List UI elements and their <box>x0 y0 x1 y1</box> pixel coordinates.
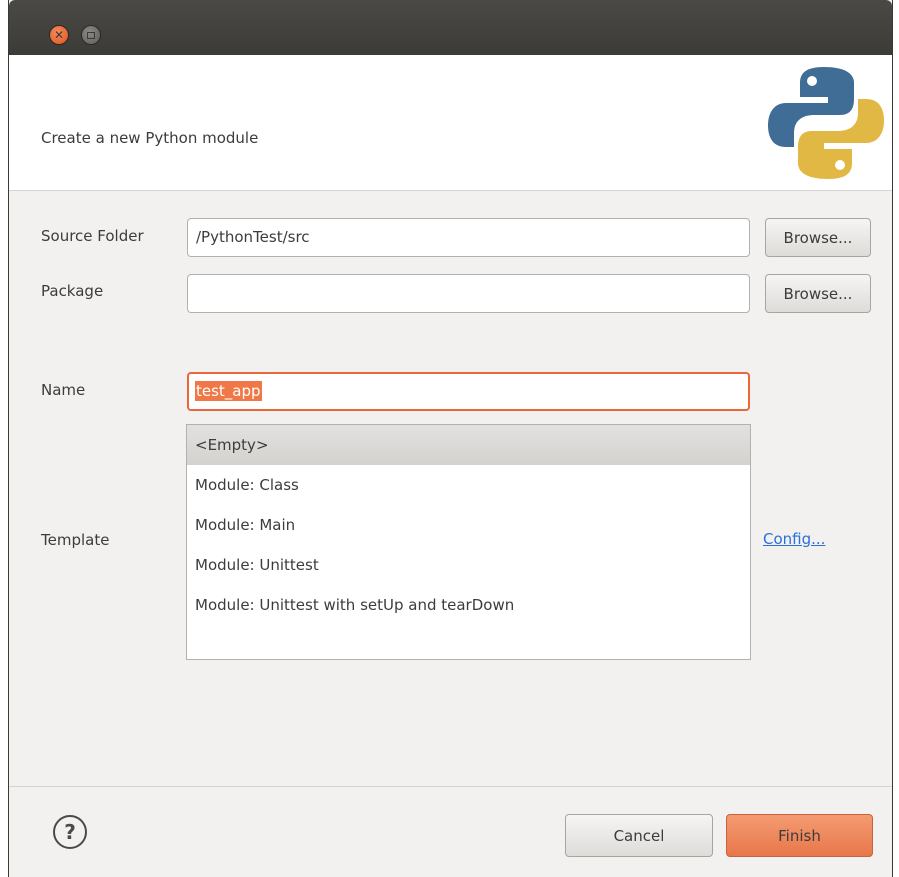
page-title: Create a new Python module <box>41 129 259 147</box>
finish-button[interactable]: Finish <box>726 814 873 857</box>
name-input-selected-text: test_app <box>195 381 262 401</box>
template-item-unittest-setup-teardown[interactable]: Module: Unittest with setUp and tearDown <box>187 585 750 625</box>
config-link[interactable]: Config... <box>763 530 825 548</box>
template-item-main[interactable]: Module: Main <box>187 505 750 545</box>
title-bar[interactable]: ✕ <box>9 0 892 55</box>
package-label: Package <box>41 282 104 300</box>
dialog-window: ✕ Create a new Python module Source Fold… <box>8 0 893 877</box>
template-item-class[interactable]: Module: Class <box>187 465 750 505</box>
package-browse-button[interactable]: Browse... <box>765 274 871 313</box>
source-folder-browse-button[interactable]: Browse... <box>765 218 871 257</box>
source-folder-input[interactable]: /PythonTest/src <box>187 218 750 257</box>
wizard-header: Create a new Python module <box>9 55 892 191</box>
source-folder-label: Source Folder <box>41 227 144 245</box>
name-label: Name <box>41 381 86 399</box>
footer-divider <box>9 786 892 787</box>
maximize-icon[interactable] <box>81 25 101 45</box>
close-icon[interactable]: ✕ <box>49 25 69 45</box>
template-item-unittest[interactable]: Module: Unittest <box>187 545 750 585</box>
cancel-button[interactable]: Cancel <box>565 814 713 857</box>
package-input[interactable] <box>187 274 750 313</box>
help-icon[interactable]: ? <box>53 815 87 849</box>
name-input[interactable]: test_app <box>187 372 750 411</box>
template-label: Template <box>41 531 110 549</box>
template-item-empty[interactable]: <Empty> <box>187 425 750 465</box>
python-logo-icon <box>768 67 884 179</box>
template-list[interactable]: <Empty> Module: Class Module: Main Modul… <box>186 424 751 660</box>
